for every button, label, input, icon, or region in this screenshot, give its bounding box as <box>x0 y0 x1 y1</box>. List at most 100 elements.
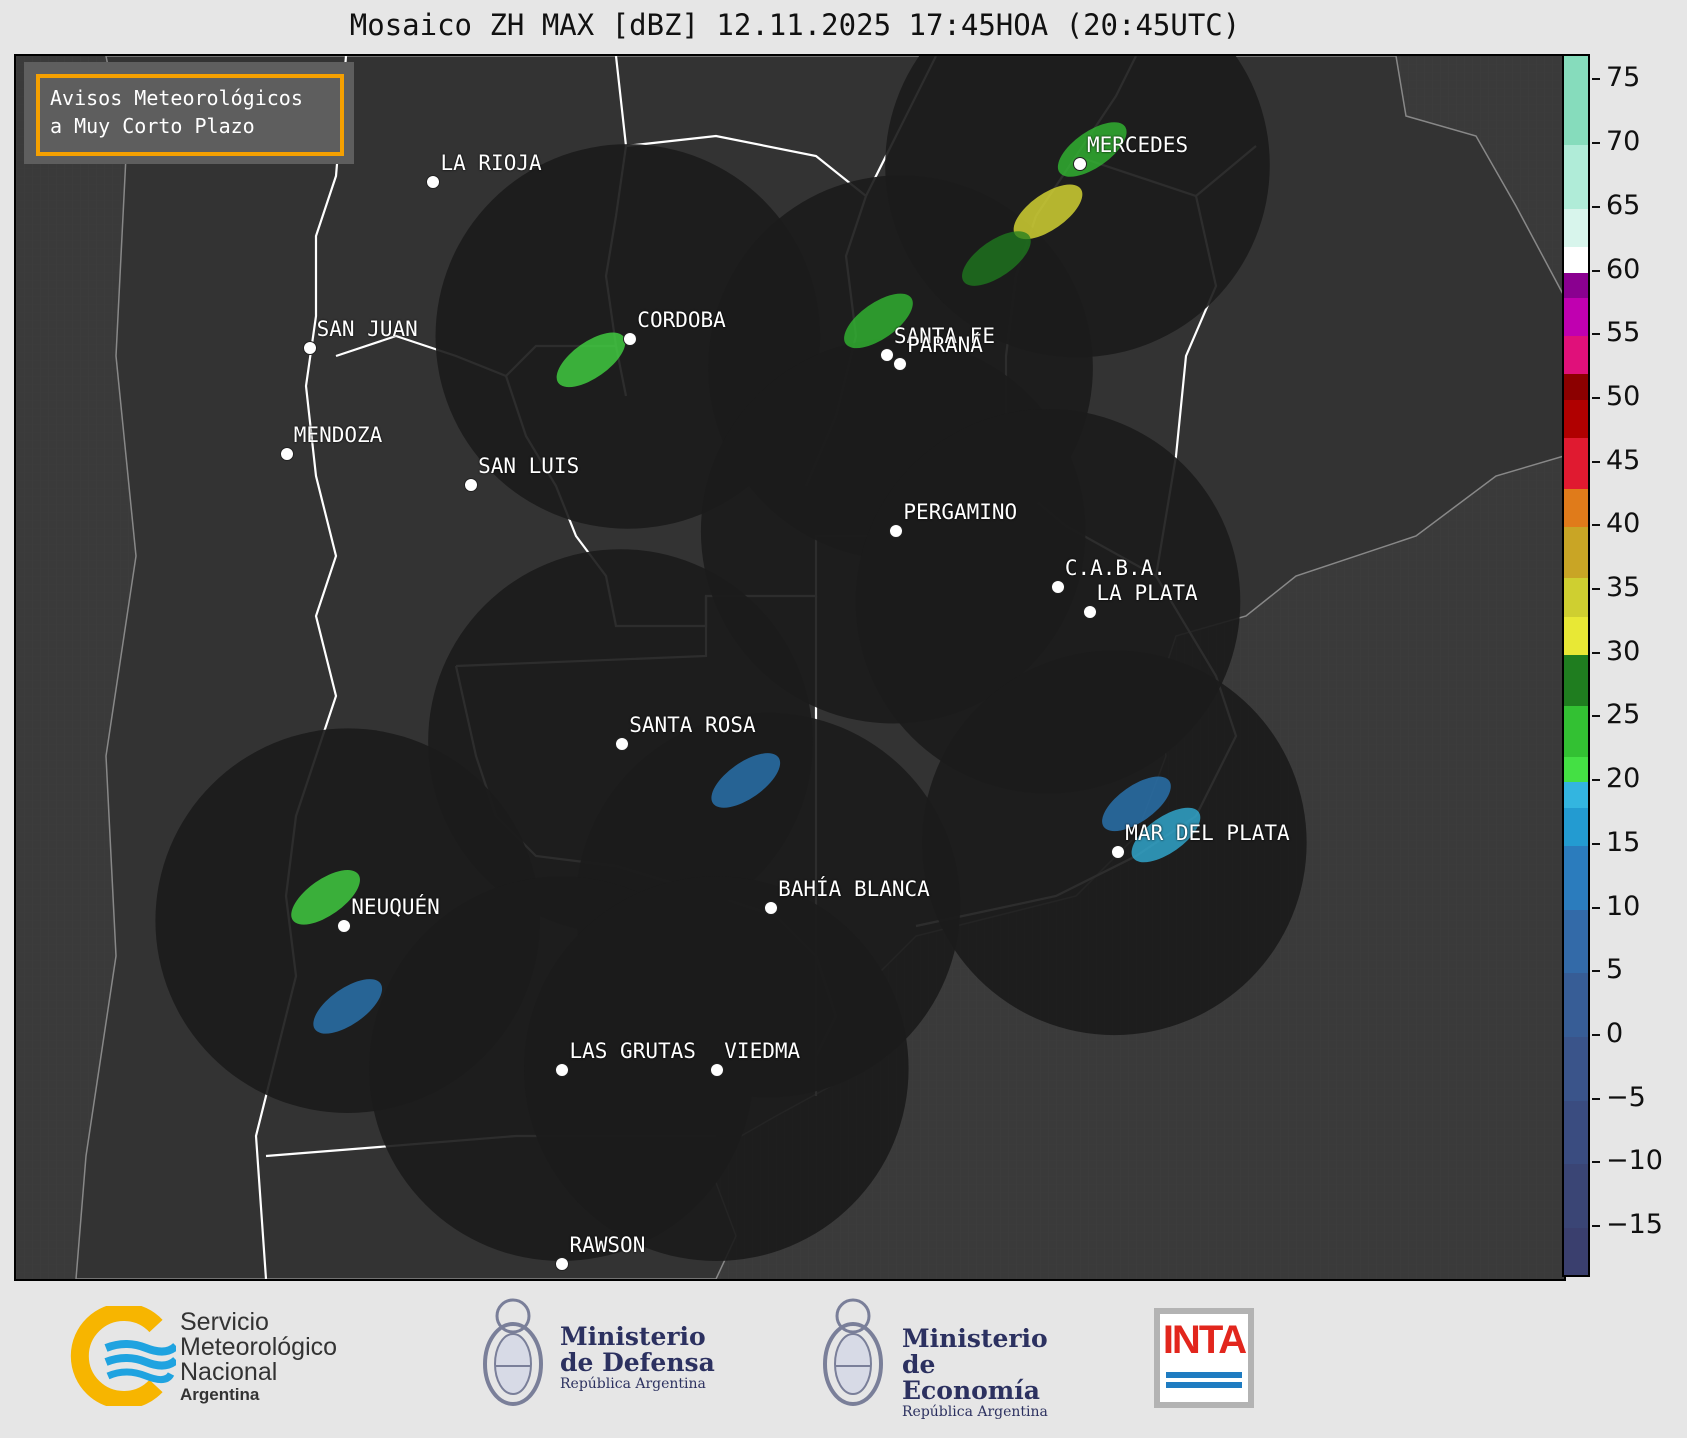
city-marker[interactable] <box>1111 844 1126 859</box>
coat-of-arms-icon <box>483 1298 543 1406</box>
city-label: LA PLATA <box>1096 580 1198 605</box>
colorbar-segment <box>1564 145 1588 209</box>
city-marker[interactable] <box>615 737 630 752</box>
city-marker[interactable] <box>1050 579 1065 594</box>
colorbar-segment <box>1564 1100 1588 1165</box>
defensa-logo[interactable]: Ministerio de Defensa República Argentin… <box>478 1294 718 1414</box>
city-label: RAWSON <box>569 1233 646 1258</box>
warning-line-1: Avisos Meteorológicos <box>50 86 303 110</box>
colorbar-segment <box>1564 399 1588 439</box>
colorbar-tick <box>1592 396 1600 399</box>
colorbar-tick-label: 15 <box>1606 826 1641 858</box>
colorbar-segment <box>1564 616 1588 655</box>
colorbar-tick-label: 40 <box>1606 508 1641 540</box>
city-label: MAR DEL PLATA <box>1125 820 1290 845</box>
inta-logo[interactable]: INTA <box>1154 1308 1254 1408</box>
colorbar-tick <box>1592 906 1600 909</box>
city-marker[interactable] <box>1072 157 1087 172</box>
colorbar-tick-label: 25 <box>1606 699 1641 731</box>
colorbar-segment <box>1564 705 1588 757</box>
colorbar-segment <box>1564 208 1588 248</box>
economia-logo[interactable]: Ministerio de Economía República Argenti… <box>818 1294 1078 1420</box>
colorbar-tick <box>1592 205 1600 208</box>
city-marker[interactable] <box>302 341 317 356</box>
colorbar-tick <box>1592 1161 1600 1164</box>
city-label: VIEDMA <box>724 1039 801 1064</box>
defensa-line-1: Ministerio <box>560 1322 706 1351</box>
city-labels: LA RIOJA CORDOBA SAN JUAN SANTA FE PARANÁ MER… <box>16 56 1564 1279</box>
colorbar-segment <box>1564 438 1588 490</box>
colorbar-segment <box>1564 1164 1588 1229</box>
city-label: SAN JUAN <box>316 317 418 342</box>
city-marker[interactable] <box>623 331 638 346</box>
city-marker[interactable] <box>710 1063 725 1078</box>
city-label: LAS GRUTAS <box>569 1039 696 1064</box>
colorbar-tick-label: −15 <box>1606 1209 1663 1241</box>
colorbar-tick-label: 30 <box>1606 635 1641 667</box>
colorbar-tick-label: −5 <box>1606 1081 1646 1113</box>
colorbar-tick <box>1592 333 1600 336</box>
city-marker[interactable] <box>893 356 908 371</box>
colorbar-segment <box>1564 654 1588 706</box>
colorbar-segment <box>1564 1036 1588 1101</box>
map-title: Mosaico ZH MAX [dBZ] 12.11.2025 17:45HOA… <box>349 8 1241 42</box>
colorbar-tick-label: 70 <box>1606 126 1641 158</box>
city-marker[interactable] <box>426 175 441 190</box>
colorbar-segment <box>1564 298 1588 337</box>
smn-line-1: Servicio <box>180 1308 269 1336</box>
city-marker[interactable] <box>555 1257 570 1272</box>
colorbar-segment <box>1564 247 1588 273</box>
colorbar-segment <box>1564 909 1588 974</box>
colorbar-tick <box>1592 1225 1600 1228</box>
defensa-line-3: República Argentina <box>560 1376 706 1392</box>
city-label: MERCEDES <box>1086 133 1189 158</box>
smn-logo[interactable]: Servicio Meteorológico Nacional Argentin… <box>66 1306 386 1406</box>
colorbar-tick <box>1592 78 1600 81</box>
colorbar-tick-label: 75 <box>1606 62 1641 94</box>
city-marker[interactable] <box>1082 604 1097 619</box>
warning-line-2: a Muy Corto Plazo <box>50 114 255 138</box>
city-marker[interactable] <box>879 348 894 363</box>
city-label: NEUQUÉN <box>351 894 440 919</box>
colorbar-segment <box>1564 489 1588 528</box>
city-label: C.A.B.A. <box>1064 555 1166 580</box>
city-marker[interactable] <box>464 478 479 493</box>
inta-text: INTA <box>1162 1318 1247 1362</box>
colorbar-segment <box>1564 973 1588 1037</box>
colorbar-tick <box>1592 460 1600 463</box>
colorbar-segment <box>1564 272 1588 299</box>
colorbar-tick <box>1592 1033 1600 1036</box>
city-marker[interactable] <box>889 524 904 539</box>
warning-link[interactable]: Avisos Meteorológicos a Muy Corto Plazo <box>36 74 344 156</box>
economia-line-2: de Economía <box>902 1350 1040 1405</box>
colorbar-tick-label: 10 <box>1606 890 1641 922</box>
colorbar-tick <box>1592 524 1600 527</box>
colorbar-segment <box>1564 527 1588 579</box>
city-marker[interactable] <box>337 918 352 933</box>
radar-map[interactable]: LA RIOJA CORDOBA SAN JUAN SANTA FE PARANÁ MER… <box>14 54 1566 1281</box>
colorbar-tick <box>1592 142 1600 145</box>
colorbar-tick <box>1592 651 1600 654</box>
colorbar-tick-label: 65 <box>1606 189 1641 221</box>
smn-line-4: Argentina <box>180 1385 260 1404</box>
city-label: SAN LUIS <box>478 454 580 479</box>
coat-of-arms-icon <box>823 1298 883 1406</box>
colorbar-tick-label: 45 <box>1606 444 1641 476</box>
colorbar-tick <box>1592 779 1600 782</box>
colorbar-segment <box>1564 374 1588 400</box>
colorbar-segment <box>1564 56 1588 146</box>
city-marker[interactable] <box>555 1063 570 1078</box>
colorbar-segment <box>1564 756 1588 783</box>
colorbar <box>1562 54 1590 1277</box>
colorbar-tick <box>1592 1097 1600 1100</box>
colorbar-segment <box>1564 578 1588 617</box>
city-label: LA RIOJA <box>440 151 542 176</box>
warning-link-box[interactable]: Avisos Meteorológicos a Muy Corto Plazo <box>24 62 354 164</box>
smn-line-2: Meteorológico <box>180 1333 338 1361</box>
logo-bar: Servicio Meteorológico Nacional Argentin… <box>0 1280 1687 1438</box>
colorbar-segment <box>1564 807 1588 846</box>
colorbar-tick <box>1592 269 1600 272</box>
city-marker[interactable] <box>279 446 294 461</box>
colorbar-tick-label: 60 <box>1606 253 1641 285</box>
city-marker[interactable] <box>764 900 779 915</box>
